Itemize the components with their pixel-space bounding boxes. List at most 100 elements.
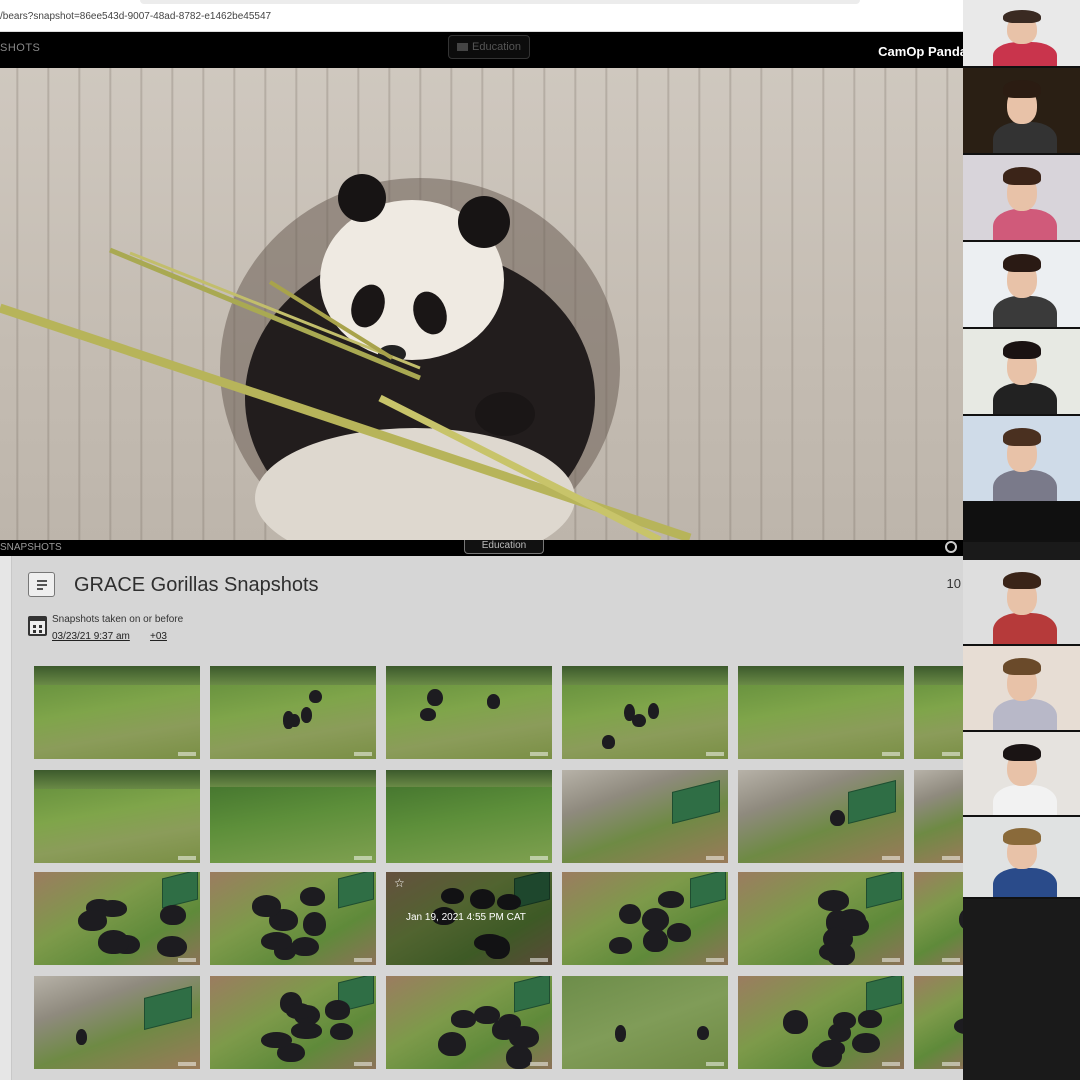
panel-title: GRACE Gorillas Snapshots <box>74 574 319 596</box>
snapshot-thumbnail[interactable] <box>562 976 728 1069</box>
cam-header-bar: SHOTS Education CamOp Panda <box>0 32 967 68</box>
gorilla <box>658 891 685 908</box>
snapshot-thumbnail[interactable] <box>386 666 552 759</box>
snapshot-thumbnail[interactable] <box>738 976 904 1069</box>
participant-hair <box>1003 658 1041 676</box>
snapshots-panel: GRACE Gorillas Snapshots 10 Snapshots ta… <box>12 556 964 1080</box>
snapshot-thumbnail[interactable] <box>738 872 904 965</box>
snapshot-thumbnail[interactable] <box>210 666 376 759</box>
snapshot-thumbnail[interactable] <box>562 872 728 965</box>
watermark <box>942 856 960 860</box>
thumbnail-sky <box>210 666 376 685</box>
snapshot-thumbnail[interactable] <box>34 976 200 1069</box>
snapshot-thumbnail[interactable] <box>34 872 200 965</box>
watermark <box>178 1062 196 1066</box>
snapshot-thumbnail[interactable] <box>738 666 904 759</box>
snapshot-thumbnail[interactable] <box>210 872 376 965</box>
gorilla <box>647 702 659 720</box>
participant-video-tile[interactable] <box>963 329 1080 416</box>
participant-hair <box>1003 80 1041 98</box>
screen: /bears?snapshot=86ee543d-9007-48ad-8782-… <box>0 0 1080 1080</box>
snapshot-thumbnail[interactable]: ☆ Jan 19, 2021 4:55 PM CAT <box>386 872 552 965</box>
gorilla <box>782 1010 809 1035</box>
thumbnail-sky <box>386 666 552 685</box>
gorilla <box>300 706 313 724</box>
gorilla <box>261 1032 292 1049</box>
education-button-label: Education <box>472 41 521 53</box>
menu-line <box>37 580 47 582</box>
participant-video-tile[interactable] <box>963 646 1080 732</box>
snapshot-thumbnail[interactable] <box>386 976 552 1069</box>
gorilla <box>427 688 443 707</box>
participant-video-tile[interactable] <box>963 68 1080 155</box>
participant-hair <box>1003 167 1041 185</box>
thumbnail-sky <box>34 770 200 789</box>
gorilla <box>286 1002 313 1020</box>
panda-video-feed[interactable] <box>0 68 963 540</box>
thumbnail-scene <box>914 770 964 863</box>
star-icon[interactable]: ☆ <box>394 876 405 890</box>
participant-body <box>993 382 1057 414</box>
thumbnail-scene <box>914 872 964 965</box>
participant-video-tile[interactable] <box>963 416 1080 503</box>
panda-illustration <box>0 174 692 540</box>
snapshots-education-button[interactable]: Education <box>464 540 544 554</box>
education-button[interactable]: Education <box>448 35 530 59</box>
snapshots-header-bar: SNAPSHOTS Education <box>0 540 963 556</box>
snapshot-thumbnail[interactable] <box>210 770 376 863</box>
watermark <box>178 958 196 962</box>
gorilla <box>818 1040 845 1057</box>
snapshot-thumbnail[interactable] <box>34 770 200 863</box>
participant-video-tile[interactable] <box>963 0 1080 68</box>
watermark <box>706 1062 724 1066</box>
participant-hair <box>1003 341 1041 359</box>
gorilla <box>302 911 326 936</box>
watermark <box>942 752 960 756</box>
participant-video-tile[interactable] <box>963 502 1080 542</box>
snapshot-thumbnail[interactable] <box>914 666 964 759</box>
gorilla <box>817 890 850 911</box>
thumbnail-sky <box>914 666 964 685</box>
list-menu-button[interactable] <box>28 572 55 597</box>
snapshot-thumbnail[interactable] <box>210 976 376 1069</box>
snapshot-thumbnail[interactable] <box>34 666 200 759</box>
watermark <box>354 752 372 756</box>
thumbnail-sky <box>210 770 376 787</box>
gorilla <box>261 932 293 951</box>
watermark <box>942 1062 960 1066</box>
snapshot-thumbnail[interactable] <box>914 976 964 1069</box>
snapshot-thumbnail[interactable] <box>914 872 964 965</box>
participant-hair <box>1003 254 1041 272</box>
gorilla <box>836 908 867 931</box>
participant-video-tile[interactable] <box>963 155 1080 242</box>
gorilla <box>508 1025 539 1048</box>
thumbnail-sky <box>34 666 200 685</box>
participant-video-tile[interactable] <box>963 560 1080 646</box>
snapshot-thumbnail[interactable] <box>562 666 728 759</box>
gorilla <box>438 1031 466 1056</box>
participant-hair <box>1003 743 1041 761</box>
browser-url-bar[interactable]: /bears?snapshot=86ee543d-9007-48ad-8782-… <box>0 0 963 32</box>
graduation-cap-icon <box>457 43 469 52</box>
watermark <box>178 752 196 756</box>
participant-video-tile[interactable] <box>963 242 1080 329</box>
participant-video-tile[interactable] <box>963 817 1080 899</box>
watermark <box>882 1062 900 1066</box>
participant-hair <box>1003 428 1041 446</box>
url-text[interactable]: /bears?snapshot=86ee543d-9007-48ad-8782-… <box>0 11 271 22</box>
snapshot-thumbnail[interactable] <box>386 770 552 863</box>
participant-video-tile[interactable] <box>963 732 1080 817</box>
participant-hair <box>1003 828 1041 845</box>
gorilla <box>602 735 616 749</box>
gorilla <box>852 1033 880 1054</box>
gorilla <box>642 928 668 953</box>
snapshot-thumbnail[interactable] <box>562 770 728 863</box>
snapshot-thumbnail[interactable] <box>738 770 904 863</box>
calendar-icon[interactable] <box>28 616 47 636</box>
participant-body <box>993 699 1057 730</box>
watermark <box>706 752 724 756</box>
search-icon[interactable] <box>945 541 957 553</box>
timezone-link[interactable]: +03 <box>150 631 167 642</box>
snapshot-date-link[interactable]: 03/23/21 9:37 am <box>52 631 130 642</box>
snapshot-thumbnail[interactable] <box>914 770 964 863</box>
